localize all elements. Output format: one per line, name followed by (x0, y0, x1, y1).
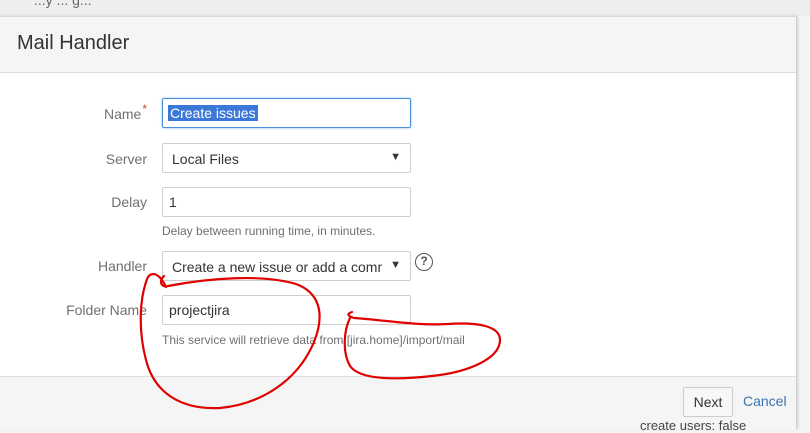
dialog-header: Mail Handler (0, 17, 796, 73)
name-label-text: Name (103, 106, 142, 122)
handler-select-value: Create a new issue or add a comment to a… (172, 259, 382, 275)
delay-label: Delay (111, 194, 147, 210)
cancel-link[interactable]: Cancel (743, 393, 787, 409)
server-select-value: Local Files (172, 151, 239, 167)
server-select[interactable]: Local Files ▼ (162, 143, 411, 173)
handler-label: Handler (97, 258, 147, 274)
delay-input[interactable] (162, 187, 411, 217)
name-input[interactable]: Create issues (162, 98, 411, 128)
caret-down-icon: ▼ (390, 259, 401, 271)
required-marker: * (142, 102, 147, 116)
next-button[interactable]: Next (683, 387, 733, 417)
background-page-strip: ...y ... g... (0, 0, 810, 16)
folder-name-input[interactable] (162, 295, 411, 325)
folder-name-hint: This service will retrieve data from [ji… (162, 333, 465, 347)
question-circle-icon[interactable]: ? (415, 253, 433, 271)
folder-name-label: Folder Name (66, 302, 147, 318)
delay-hint: Delay between running time, in minutes. (162, 224, 376, 238)
name-input-value: Create issues (168, 105, 258, 121)
mail-handler-dialog: Mail Handler Name* Create issues Server … (0, 16, 797, 430)
background-config-text: create users: false (640, 418, 747, 433)
name-label: Name* (0, 102, 147, 122)
dialog-title: Mail Handler (17, 32, 130, 54)
background-page-text: ...y ... g... (34, 0, 92, 8)
caret-down-icon: ▼ (390, 151, 401, 163)
handler-select[interactable]: Create a new issue or add a comment to a… (162, 251, 411, 281)
server-label: Server (105, 151, 147, 167)
